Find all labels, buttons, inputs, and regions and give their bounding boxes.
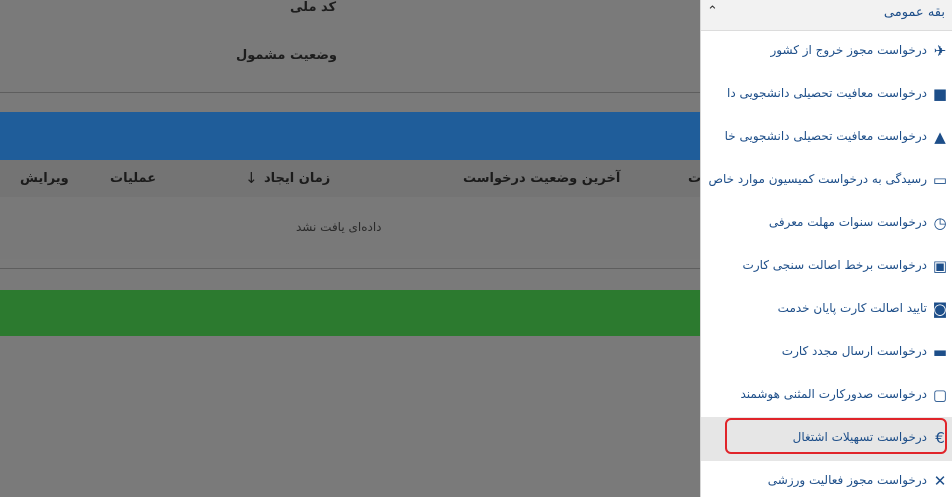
sidebar-item[interactable]: ■ درخواست معافیت تحصیلی دانشجویی دا xyxy=(701,73,952,117)
sort-down-icon[interactable]: ↓ xyxy=(245,169,258,187)
sidebar-item-label: تایید اصالت کارت پایان خدمت xyxy=(777,301,927,315)
truck-icon: ▬ xyxy=(932,343,948,361)
airplane-icon: ✈ xyxy=(933,42,947,60)
sidebar-item[interactable]: ◙ تایید اصالت کارت پایان خدمت xyxy=(701,288,952,332)
sidebar-item-label: درخواست مجوز خروج از کشور xyxy=(770,43,927,57)
graduation-cap-icon: ▲ xyxy=(934,128,946,146)
highlight-annotation xyxy=(725,418,947,454)
col-last-status: آخرین وضعیت درخواست xyxy=(463,171,621,186)
col-created-time[interactable]: زمان ایجاد xyxy=(264,171,330,186)
col-operations: عملیات xyxy=(110,171,157,186)
sidebar-item-label: درخواست ارسال مجدد کارت xyxy=(781,344,927,358)
sidebar-item[interactable]: ✈ درخواست مجوز خروج از کشور xyxy=(701,30,952,74)
sidebar-item[interactable]: ✕ درخواست مجوز فعالیت ورزشی xyxy=(701,460,952,497)
green-bar xyxy=(0,290,700,336)
national-code-label: کد ملی xyxy=(290,0,337,15)
id-card-icon: ▣ xyxy=(932,257,948,275)
col-cut: ت xyxy=(688,171,700,186)
sidebar-item-label: درخواست معافیت تحصیلی دانشجویی دا xyxy=(727,86,927,100)
divider xyxy=(0,268,700,269)
sidebar-item[interactable]: ▢ درخواست صدورکارت المثنی هوشمند xyxy=(701,374,952,418)
sidebar-item-label: درخواست سنوات مهلت معرفی xyxy=(768,215,927,229)
blue-header-bar xyxy=(0,112,700,160)
sidebar-item-label: درخواست معافیت تحصیلی دانشجویی خا xyxy=(724,129,927,143)
folder-icon: ▭ xyxy=(932,171,948,189)
sidebar-item[interactable]: ▬ درخواست ارسال مجدد کارت xyxy=(701,331,952,375)
sidebar-item[interactable]: ▭ رسیدگی به درخواست کمیسیون موارد خاص xyxy=(701,159,952,203)
divider xyxy=(0,92,700,93)
sidebar-item-label: رسیدگی به درخواست کمیسیون موارد خاص xyxy=(708,172,927,186)
status-label: وضعیت مشمول xyxy=(236,48,337,63)
sidebar-item[interactable]: ◷ درخواست سنوات مهلت معرفی xyxy=(701,202,952,246)
sidebar-section-header[interactable]: ⌃ بقه عمومی xyxy=(701,0,952,31)
sidebar-item[interactable]: ▲ درخواست معافیت تحصیلی دانشجویی خا xyxy=(701,116,952,160)
search-card-icon: ◙ xyxy=(932,300,948,318)
chevron-up-icon[interactable]: ⌃ xyxy=(707,4,718,19)
tools-icon: ✕ xyxy=(933,472,947,490)
sidebar-item-label: درخواست صدورکارت المثنی هوشمند xyxy=(740,387,927,401)
alarm-clock-icon: ◷ xyxy=(933,214,947,232)
sidebar-item-label: درخواست برخط اصالت سنجی کارت xyxy=(742,258,927,272)
book-icon: ■ xyxy=(932,85,948,103)
col-edit: ویرایش xyxy=(20,171,69,186)
empty-message: داده‌ای یافت نشد xyxy=(296,220,382,234)
monitor-icon: ▢ xyxy=(932,386,948,404)
sidebar-item[interactable]: ▣ درخواست برخط اصالت سنجی کارت xyxy=(701,245,952,289)
main-content: کد ملی وضعیت مشمول ویرایش عملیات ↓ زمان … xyxy=(0,0,700,497)
sidebar-section-title: بقه عمومی xyxy=(883,5,945,20)
sidebar-item-label: درخواست مجوز فعالیت ورزشی xyxy=(767,473,927,487)
